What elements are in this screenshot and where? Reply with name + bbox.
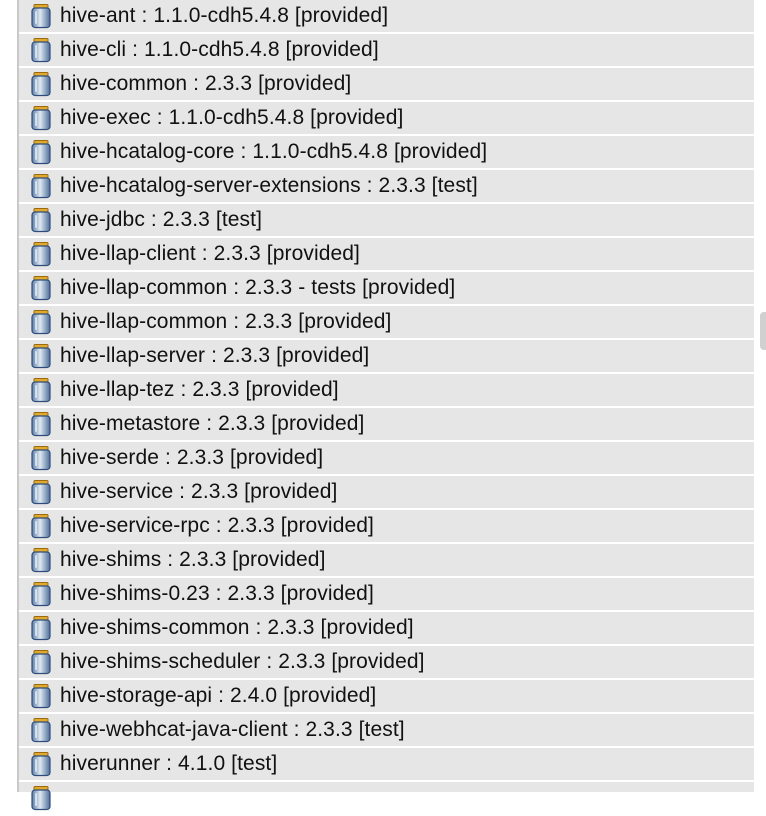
dependency-label: hive-llap-server : 2.3.3 [provided] xyxy=(60,344,370,367)
jar-file-icon xyxy=(29,581,53,607)
jar-file-icon xyxy=(29,309,53,335)
dependency-label: hive-metastore : 2.3.3 [provided] xyxy=(60,412,365,435)
dependency-label: hive-shims-0.23 : 2.3.3 [provided] xyxy=(60,582,374,605)
dependency-label: hive-service : 2.3.3 [provided] xyxy=(60,480,338,503)
dependency-label: hive-serde : 2.3.3 [provided] xyxy=(60,446,324,469)
jar-file-icon xyxy=(29,37,53,63)
jar-file-icon xyxy=(29,547,53,573)
dependency-row[interactable]: hive-hcatalog-server-extensions : 2.3.3 … xyxy=(19,170,754,204)
jar-file-icon xyxy=(29,479,53,505)
dependency-row[interactable]: hive-shims-0.23 : 2.3.3 [provided] xyxy=(19,578,754,612)
dependency-row[interactable]: hive-cli : 1.1.0-cdh5.4.8 [provided] xyxy=(19,34,754,68)
dependency-row[interactable]: hive-shims-common : 2.3.3 [provided] xyxy=(19,612,754,646)
jar-file-icon xyxy=(29,207,53,233)
dependency-row[interactable]: hive-shims-scheduler : 2.3.3 [provided] xyxy=(19,646,754,680)
jar-file-icon xyxy=(29,343,53,369)
dependency-row[interactable]: hive-storage-api : 2.4.0 [provided] xyxy=(19,680,754,714)
dependency-label: hive-llap-common : 2.3.3 - tests [provid… xyxy=(60,276,456,299)
dependency-label: hive-common : 2.3.3 [provided] xyxy=(60,72,352,95)
dependency-label: hive-shims-scheduler : 2.3.3 [provided] xyxy=(60,650,425,673)
dependency-row[interactable]: hive-llap-common : 2.3.3 - tests [provid… xyxy=(19,272,754,306)
scrollbar-thumb[interactable] xyxy=(760,312,766,350)
dependency-label: hive-shims-common : 2.3.3 [provided] xyxy=(60,616,414,639)
dependency-label: hive-cli : 1.1.0-cdh5.4.8 [provided] xyxy=(60,38,379,61)
jar-file-icon xyxy=(29,411,53,437)
jar-file-icon xyxy=(29,751,53,777)
dependency-label: hive-exec : 1.1.0-cdh5.4.8 [provided] xyxy=(60,106,404,129)
jar-file-icon xyxy=(29,139,53,165)
dependency-label: hive-llap-tez : 2.3.3 [provided] xyxy=(60,378,339,401)
jar-file-icon xyxy=(29,717,53,743)
dependency-list[interactable]: hive-ant : 1.1.0-cdh5.4.8 [provided] hive… xyxy=(19,0,754,811)
jar-file-icon xyxy=(29,615,53,641)
jar-file-icon xyxy=(29,105,53,131)
dependency-label: hive-hcatalog-core : 1.1.0-cdh5.4.8 [pro… xyxy=(60,140,488,163)
dependency-row[interactable]: hive-jdbc : 2.3.3 [test] xyxy=(19,204,754,238)
dependency-row[interactable]: hive-exec : 1.1.0-cdh5.4.8 [provided] xyxy=(19,102,754,136)
jar-file-icon xyxy=(29,173,53,199)
dependency-row[interactable]: hive-service-rpc : 2.3.3 [provided] xyxy=(19,510,754,544)
dependency-row[interactable]: hive-llap-server : 2.3.3 [provided] xyxy=(19,340,754,374)
dependency-row[interactable]: hive-ant : 1.1.0-cdh5.4.8 [provided] xyxy=(19,0,754,34)
jar-file-icon xyxy=(29,683,53,709)
dependency-label: hive-llap-client : 2.3.3 [provided] xyxy=(60,242,360,265)
dependency-row[interactable]: hive-service : 2.3.3 [provided] xyxy=(19,476,754,510)
dependency-label: hive-hcatalog-server-extensions : 2.3.3 … xyxy=(60,174,478,197)
dependency-label: hive-service-rpc : 2.3.3 [provided] xyxy=(60,514,374,537)
scrollbar-track[interactable] xyxy=(754,0,766,792)
jar-file-icon xyxy=(29,513,53,539)
jar-file-icon xyxy=(29,71,53,97)
jar-file-icon xyxy=(29,649,53,675)
dependency-label: hive-jdbc : 2.3.3 [test] xyxy=(60,208,263,231)
dependency-label: hive-ant : 1.1.0-cdh5.4.8 [provided] xyxy=(60,4,389,27)
jar-file-icon xyxy=(29,785,53,811)
jar-file-icon xyxy=(29,275,53,301)
dependency-row[interactable]: hive-llap-common : 2.3.3 [provided] xyxy=(19,306,754,340)
dependency-row[interactable]: hive-llap-tez : 2.3.3 [provided] xyxy=(19,374,754,408)
dependency-row[interactable]: hive-hcatalog-core : 1.1.0-cdh5.4.8 [pro… xyxy=(19,136,754,170)
dependency-row[interactable]: hive-shims : 2.3.3 [provided] xyxy=(19,544,754,578)
dependency-label: hive-shims : 2.3.3 [provided] xyxy=(60,548,326,571)
dependency-label: hive-llap-common : 2.3.3 [provided] xyxy=(60,310,392,333)
dependency-row[interactable]: hive-serde : 2.3.3 [provided] xyxy=(19,442,754,476)
dependency-row[interactable]: hive-metastore : 2.3.3 [provided] xyxy=(19,408,754,442)
dependency-row-partial[interactable] xyxy=(19,782,754,811)
dependency-row[interactable]: hive-webhcat-java-client : 2.3.3 [test] xyxy=(19,714,754,748)
dependency-row[interactable]: hiverunner : 4.1.0 [test] xyxy=(19,748,754,782)
dependency-label: hive-storage-api : 2.4.0 [provided] xyxy=(60,684,377,707)
dependency-label: hiverunner : 4.1.0 [test] xyxy=(60,752,278,775)
dependency-row[interactable]: hive-common : 2.3.3 [provided] xyxy=(19,68,754,102)
jar-file-icon xyxy=(29,3,53,29)
jar-file-icon xyxy=(29,377,53,403)
dependency-label: hive-webhcat-java-client : 2.3.3 [test] xyxy=(60,718,405,741)
jar-file-icon xyxy=(29,241,53,267)
jar-file-icon xyxy=(29,445,53,471)
dependency-row[interactable]: hive-llap-client : 2.3.3 [provided] xyxy=(19,238,754,272)
